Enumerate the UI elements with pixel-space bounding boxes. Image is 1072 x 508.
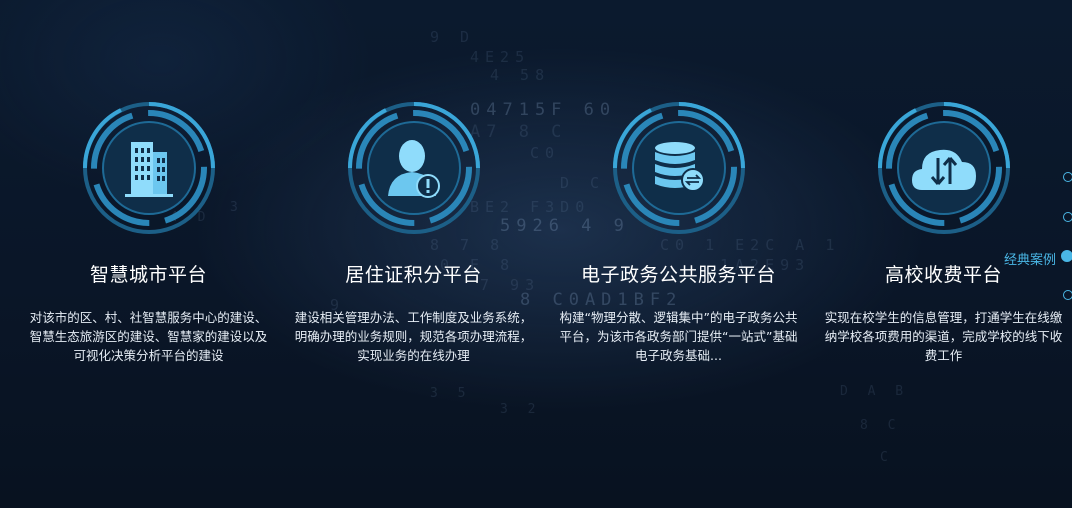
side-nav-dot[interactable]	[1063, 172, 1072, 182]
side-nav-dot-active[interactable]	[1061, 250, 1072, 262]
side-nav-active-label[interactable]: 经典案例	[1004, 249, 1056, 268]
card-title: 电子政务公共服务平台	[580, 264, 776, 286]
database-exchange-icon	[654, 142, 705, 192]
card-description: 建设相关管理办法、工作制度及业务系统，明确办理的业务规则，规范各项办理流程，实现…	[294, 310, 533, 363]
card-title: 居住证积分平台	[345, 264, 482, 286]
side-nav-dot[interactable]	[1063, 212, 1072, 222]
card-description: 对该市的区、村、社智慧服务中心的建设、智慧生态旅游区的建设、智慧家的建设以及可视…	[29, 310, 268, 363]
smart-city-emblem	[81, 100, 217, 236]
side-nav	[1056, 168, 1072, 308]
e-government-emblem	[611, 100, 747, 236]
platform-card-e-government[interactable]: 电子政务公共服务平台 构建“物理分散、逻辑集中”的电子政务公共平台，为该市各政务…	[546, 100, 811, 365]
side-nav-dot[interactable]	[1063, 290, 1072, 300]
card-description: 构建“物理分散、逻辑集中”的电子政务公共平台，为该市各政务部门提供“一站式”基础…	[559, 310, 798, 363]
platform-card-smart-city[interactable]: 智慧城市平台 对该市的区、村、社智慧服务中心的建设、智慧生态旅游区的建设、智慧家…	[16, 100, 281, 365]
platform-card-residence-points[interactable]: 居住证积分平台 建设相关管理办法、工作制度及业务系统，明确办理的业务规则，规范各…	[281, 100, 546, 365]
university-fees-emblem	[876, 100, 1012, 236]
residence-points-emblem	[346, 100, 482, 236]
buildings-icon	[124, 142, 173, 197]
card-description: 实现在校学生的信息管理，打通学生在线缴纳学校各项费用的渠道，完成学校的线下收费工…	[824, 310, 1063, 363]
card-title: 智慧城市平台	[89, 264, 207, 286]
user-alert-icon	[387, 140, 440, 198]
platform-card-university-fees[interactable]: 高校收费平台 实现在校学生的信息管理，打通学生在线缴纳学校各项费用的渠道，完成学…	[811, 100, 1072, 365]
cloud-transfer-icon	[911, 149, 976, 190]
